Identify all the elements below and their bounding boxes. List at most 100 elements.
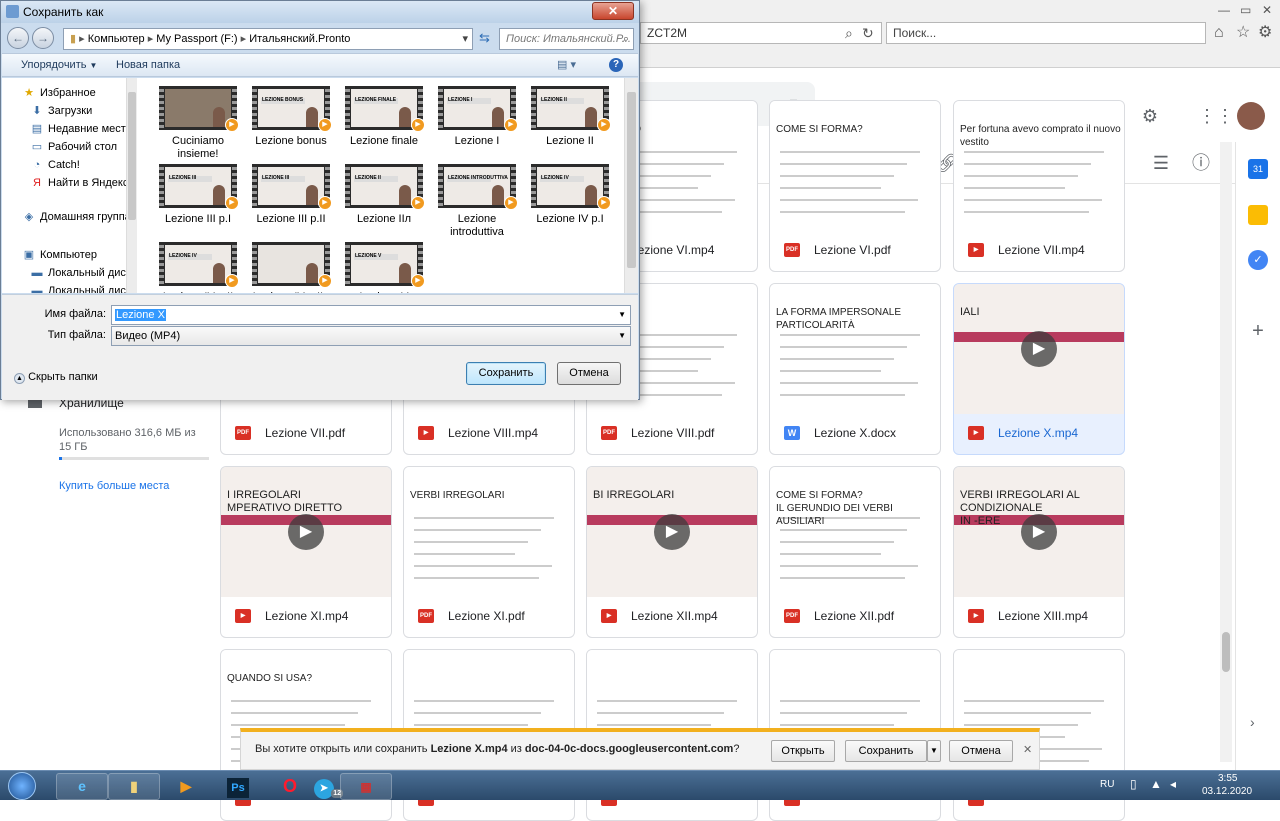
tree-item[interactable]: ★ Избранное: [22, 84, 96, 102]
save-button[interactable]: Сохранить: [466, 362, 546, 385]
search-icon[interactable]: ⌕: [845, 23, 853, 43]
open-download-button[interactable]: Открыть: [771, 740, 835, 762]
volume-icon[interactable]: ◂: [1170, 777, 1176, 791]
file-card[interactable]: Per fortuna avevo comprato il nuovo vest…: [953, 100, 1125, 272]
file-item[interactable]: LEZIONE IV ▶ Lezione IV p.I: [524, 164, 616, 238]
filetype-select[interactable]: Видео (MP4) ▼: [111, 326, 631, 346]
start-button[interactable]: [8, 772, 36, 800]
close-window-icon[interactable]: ✕: [1262, 0, 1272, 20]
file-item[interactable]: LEZIONE I ▶ Lezione I: [431, 86, 523, 160]
breadcrumb-item[interactable]: Компьютер: [88, 33, 145, 45]
tree-item[interactable]: Я Найти в Яндексе: [30, 174, 134, 192]
maximize-icon[interactable]: ▭: [1240, 0, 1251, 20]
file-item[interactable]: ▶ Cuciniamo insieme!: [152, 86, 244, 160]
play-icon[interactable]: ▶: [288, 514, 324, 550]
path-dropdown-icon[interactable]: ▾: [462, 29, 468, 49]
file-item[interactable]: LEZIONE II ▶ Lezione II: [524, 86, 616, 160]
apps-grid-icon[interactable]: ⋮⋮: [1198, 104, 1234, 128]
file-item[interactable]: LEZIONE III ▶ Lezione III p.I: [152, 164, 244, 238]
dialog-search-input[interactable]: Поиск: Итальянский.P... ⌕: [499, 28, 634, 50]
play-icon[interactable]: ▶: [1021, 514, 1057, 550]
hide-folders-toggle[interactable]: ▲ Скрыть папки: [14, 371, 98, 384]
cancel-download-button[interactable]: Отмена: [949, 740, 1013, 762]
file-item[interactable]: LEZIONE BONUS ▶ Lezione bonus: [245, 86, 337, 160]
drive-scroll-thumb[interactable]: [1222, 632, 1230, 672]
calendar-icon[interactable]: 31: [1248, 159, 1268, 179]
files-scrollbar[interactable]: [624, 78, 638, 293]
tree-item[interactable]: ▬ Локальный диск: [30, 264, 131, 282]
breadcrumb-item[interactable]: Итальянский.Pronto: [249, 33, 350, 45]
chevron-down-icon[interactable]: ▼: [618, 327, 626, 345]
files-scroll-thumb[interactable]: [627, 92, 636, 268]
info-icon[interactable]: ⓘ: [1189, 151, 1213, 175]
taskbar-photoshop[interactable]: Ps: [212, 773, 264, 800]
file-item[interactable]: LEZIONE INTRODUTTIVA ▶ Lezione introduttiv…: [431, 164, 523, 238]
settings-icon[interactable]: ⚙: [1138, 104, 1162, 128]
tree-item[interactable]: ▬ Локальный диск: [30, 282, 131, 293]
file-card[interactable]: I IRREGOLARI MPERATIVO DIRETTO ▶ ▶ Lezione …: [220, 466, 392, 638]
refresh-icon[interactable]: ⇆: [479, 30, 490, 46]
file-item[interactable]: LEZIONE II ▶ Lezione IIл: [338, 164, 430, 238]
taskbar-media-player[interactable]: ▶: [160, 773, 212, 800]
add-addon-icon[interactable]: +: [1246, 320, 1270, 343]
cancel-button[interactable]: Отмена: [557, 362, 621, 385]
file-card[interactable]: VERBI IRREGOLARI PDF Lezione XI.pdf: [403, 466, 575, 638]
file-card[interactable]: LA FORMA IMPERSONALE PARTICOLARITÀ W Lezio…: [769, 283, 941, 455]
refresh-icon[interactable]: ↻: [862, 23, 874, 43]
organize-button[interactable]: Упорядочить ▼: [21, 54, 97, 77]
taskbar-explorer[interactable]: ▮: [108, 773, 160, 800]
language-indicator[interactable]: RU: [1100, 779, 1114, 790]
file-card[interactable]: BI IRREGOLARI ▶ ▶ Lezione XII.mp4: [586, 466, 758, 638]
save-dropdown-button[interactable]: ▼: [927, 740, 941, 762]
tree-item[interactable]: ▣ Компьютер: [22, 246, 97, 264]
drive-scrollbar[interactable]: [1220, 142, 1232, 762]
collapse-panel-icon[interactable]: ›: [1250, 714, 1255, 730]
filename-input[interactable]: Lezione X ▼: [111, 305, 631, 325]
file-card[interactable]: COME SI FORMA? IL GERUNDIO DEI VERBI AUS…: [769, 466, 941, 638]
tree-item[interactable]: ⬇ Загрузки: [30, 102, 92, 120]
tree-item[interactable]: ◈ Домашняя группа: [22, 208, 131, 226]
file-card[interactable]: IALI ▶ ▶ Lezione X.mp4: [953, 283, 1125, 455]
tree-item[interactable]: ◔ Catch!: [30, 156, 80, 174]
file-card[interactable]: VERBI IRREGOLARI AL CONDIZIONALE IN -ERE…: [953, 466, 1125, 638]
dialog-close-button[interactable]: ✕: [592, 2, 634, 20]
tree-item[interactable]: ▤ Недавние места: [30, 120, 132, 138]
list-view-icon[interactable]: ☰: [1149, 151, 1173, 175]
keep-icon[interactable]: [1248, 205, 1268, 225]
file-item[interactable]: LEZIONE III ▶ Lezione III p.II: [245, 164, 337, 238]
minimize-icon[interactable]: —: [1218, 0, 1230, 20]
back-button[interactable]: ←: [7, 27, 29, 49]
new-folder-button[interactable]: Новая папка: [116, 54, 180, 76]
file-item[interactable]: LEZIONE V ▶ Lezione V: [338, 242, 430, 293]
taskbar-winrar[interactable]: ▦: [340, 773, 392, 800]
view-options-icon[interactable]: ▤ ▾: [557, 54, 576, 76]
play-icon[interactable]: ▶: [1021, 331, 1057, 367]
browser-search-box[interactable]: Поиск...: [886, 22, 1206, 44]
dialog-titlebar[interactable]: Сохранить как ✕: [1, 1, 639, 23]
tasks-icon[interactable]: ✓: [1248, 250, 1268, 270]
file-item[interactable]: ▶ Lezione IV p.IIр: [245, 242, 337, 293]
tree-scroll-thumb[interactable]: [128, 92, 136, 220]
network-icon[interactable]: ▲: [1150, 777, 1162, 791]
file-item[interactable]: LEZIONE FINALE ▶ Lezione finale: [338, 86, 430, 160]
clock-time[interactable]: 3:55: [1218, 773, 1237, 784]
buy-more-storage-link[interactable]: Купить больше места: [59, 480, 169, 492]
home-icon[interactable]: ⌂: [1214, 23, 1224, 43]
file-item[interactable]: LEZIONE IV ▶ Lezione IV p.II: [152, 242, 244, 293]
clock-date[interactable]: 03.12.2020: [1202, 786, 1252, 797]
chevron-down-icon[interactable]: ▼: [618, 306, 626, 324]
breadcrumb-item[interactable]: My Passport (F:): [156, 33, 237, 45]
taskbar-ie[interactable]: e: [56, 773, 108, 800]
save-download-button[interactable]: Сохранить: [845, 740, 927, 762]
close-icon[interactable]: ✕: [1023, 743, 1032, 756]
forward-button[interactable]: →: [32, 27, 54, 49]
tree-scrollbar[interactable]: [126, 78, 137, 293]
avatar[interactable]: [1237, 102, 1265, 130]
help-icon[interactable]: ?: [609, 58, 623, 72]
path-breadcrumb[interactable]: ▮ ▸ Компьютер ▸ My Passport (F:) ▸ Италь…: [63, 28, 473, 50]
gear-icon[interactable]: ⚙: [1258, 23, 1272, 43]
tree-item[interactable]: ▭ Рабочий стол: [30, 138, 117, 156]
play-icon[interactable]: ▶: [654, 514, 690, 550]
file-card[interactable]: COME SI FORMA? PDF Lezione VI.pdf: [769, 100, 941, 272]
battery-icon[interactable]: ▯: [1130, 777, 1137, 791]
